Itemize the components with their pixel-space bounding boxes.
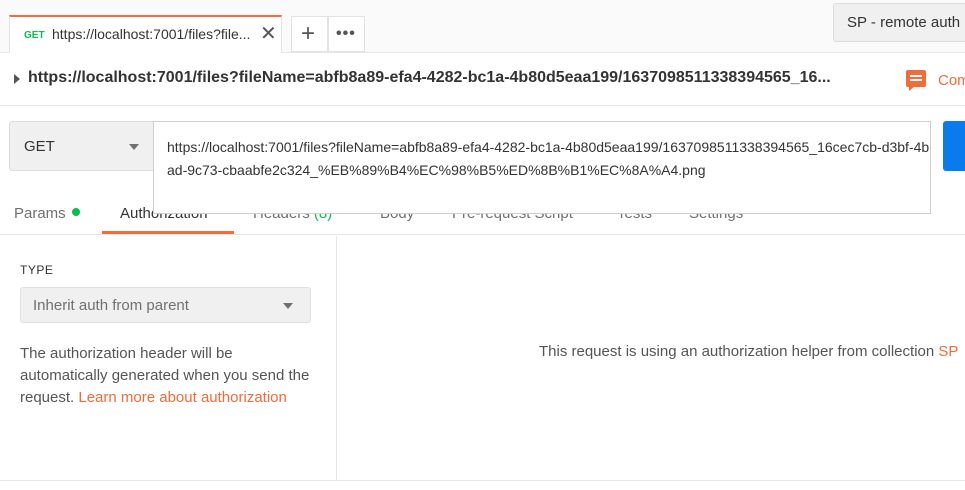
tab-params[interactable]: Params: [14, 205, 80, 222]
url-input[interactable]: https://localhost:7001/files?fileName=ab…: [153, 121, 931, 214]
auth-type-select[interactable]: Inherit auth from parent: [20, 287, 311, 323]
method-select[interactable]: GET: [9, 121, 153, 171]
tab-params-label: Params: [14, 205, 66, 222]
send-button[interactable]: [943, 121, 965, 171]
auth-type-panel: TYPE Inherit auth from parent The author…: [0, 236, 337, 480]
request-title[interactable]: https://localhost:7001/files?fileName=ab…: [28, 69, 868, 87]
comment-icon: [906, 70, 926, 91]
environment-select[interactable]: SP - remote auth: [833, 3, 965, 42]
collection-link[interactable]: SP: [938, 343, 958, 360]
type-label: TYPE: [20, 263, 54, 277]
more-icon: •••: [336, 25, 356, 42]
environment-label: SP - remote auth: [847, 14, 961, 31]
chevron-down-icon: [283, 303, 293, 309]
divider: [0, 480, 965, 481]
params-indicator-dot: [71, 208, 80, 216]
auth-description: The authorization header will be automat…: [20, 343, 320, 409]
more-tabs-button[interactable]: •••: [328, 16, 365, 52]
chevron-down-icon: [129, 144, 139, 150]
auth-helper-text: This request is using an authorization h…: [539, 343, 935, 360]
comments-label: Comments: [938, 72, 965, 89]
learn-more-link[interactable]: Learn more about authorization: [78, 389, 286, 406]
auth-type-value: Inherit auth from parent: [33, 297, 189, 314]
caret-right-icon[interactable]: [14, 74, 20, 84]
close-icon[interactable]: ✕: [260, 22, 277, 46]
auth-helper-message: This request is using an authorization h…: [539, 343, 958, 360]
request-title-row: https://localhost:7001/files?fileName=ab…: [0, 54, 965, 106]
tab-bar: GET https://localhost:7001/files?file...…: [0, 0, 965, 53]
request-tab[interactable]: GET https://localhost:7001/files?file...…: [9, 15, 282, 53]
method-value: GET: [24, 138, 55, 155]
tab-method-label: GET: [24, 30, 45, 41]
plus-icon: +: [301, 20, 316, 47]
active-tab-indicator: [102, 231, 234, 234]
new-tab-button[interactable]: +: [291, 16, 328, 52]
tab-title: https://localhost:7001/files?file...: [52, 26, 251, 42]
